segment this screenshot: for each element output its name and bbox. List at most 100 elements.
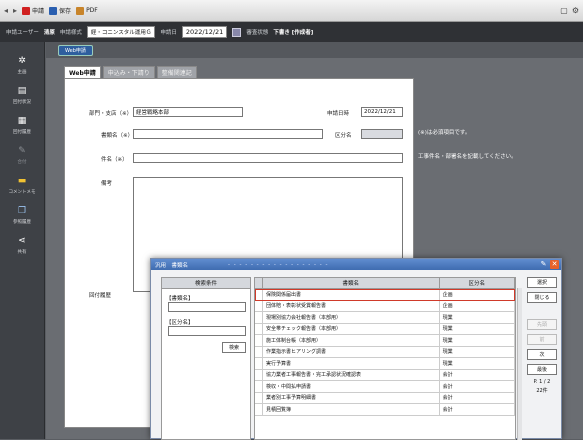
last-page-button[interactable]: 最後	[527, 364, 557, 375]
row-spacer	[255, 300, 263, 311]
pdf-icon	[76, 6, 85, 15]
table-row[interactable]: 団体賠・表彰状受賞報告書 企画	[255, 300, 515, 312]
dialog-title-bar: 汎用 書類名 - - - - - - - - - - - - - - - - -…	[151, 259, 561, 270]
calendar-icon[interactable]	[232, 27, 242, 37]
dept-field[interactable]: 経営戦略本部	[133, 107, 243, 117]
next-page-button[interactable]: 次	[527, 349, 557, 360]
cell-doc-name: 検収・中間払申請書	[263, 381, 440, 392]
name-label: 件名（※）	[101, 157, 128, 163]
doc-search-input[interactable]	[168, 302, 246, 312]
apply-button[interactable]: 申請	[22, 6, 44, 15]
tab-application[interactable]: 申込み・下請り	[102, 66, 155, 78]
table-header: 書類名 区分名	[255, 278, 516, 289]
window-icon[interactable]: ▢	[560, 6, 568, 15]
count-info: 22件	[536, 388, 548, 394]
table-row[interactable]: 現場別協力会社報告書（本部用） 現業	[255, 312, 515, 324]
save-button[interactable]: 保存	[49, 6, 71, 15]
sub-toolbar: Web申請	[46, 42, 583, 58]
row-spacer	[255, 369, 263, 380]
cell-doc-name: 現場別協力会社報告書（本部用）	[263, 312, 440, 323]
cell-kubun: 現業	[440, 312, 515, 323]
table-row[interactable]: 作業指示書ヒアリング調書 現業	[255, 346, 515, 358]
table-row[interactable]: 保険関係届出書 企画	[255, 289, 515, 301]
tab-maintenance[interactable]: 整備関連記	[156, 66, 197, 78]
status-value: 下書き [作成者]	[273, 30, 314, 36]
app-toolbar: ◂ ▸ 申請 保存 PDF ▢ ⚙	[0, 0, 583, 22]
web-apply-button[interactable]: Web申請	[58, 44, 93, 56]
sidebar: ✲ 主画 ▤ 回付状況 ▦ 回付履歴 ✎ 合付 ▬ コメントメモ ❐ 参照履歴 …	[0, 42, 45, 439]
table-body: 保険関係届出書 企画 団体賠・表彰状受賞報告書 企画 現場別協力会社報告書（本部用） 現業…	[255, 289, 515, 416]
sidebar-item-history[interactable]: ▦ 回付履歴	[0, 110, 44, 140]
doc-field[interactable]	[133, 129, 323, 139]
cell-kubun: 現業	[440, 335, 515, 346]
sidebar-item-status[interactable]: ▤ 回付状況	[0, 80, 44, 110]
cond-header: 検索条件	[162, 278, 250, 289]
table-row[interactable]: 施工体制台帳（本部用） 現業	[255, 335, 515, 347]
pen-icon: ✎	[18, 146, 26, 156]
sidebar-item-reference[interactable]: ❐ 参照履歴	[0, 200, 44, 230]
doc-name-dialog: 汎用 書類名 - - - - - - - - - - - - - - - - -…	[150, 258, 562, 440]
required-note: (※)は必須項目です。	[418, 130, 471, 136]
sidebar-item-label: 参照履歴	[13, 219, 31, 225]
form-select[interactable]: 経・コニンスタル運用Ｇ	[86, 26, 156, 38]
comment-icon: ▬	[17, 176, 27, 186]
row-spacer	[255, 312, 263, 323]
cell-doc-name: 業者別工事予算明細書	[263, 392, 440, 403]
row-spacer	[255, 335, 263, 346]
tab-web-apply[interactable]: Web申請	[64, 66, 101, 78]
back-arrow-icon[interactable]: ◂	[4, 6, 8, 15]
table-row[interactable]: 安全帯チェック報告書（本部用） 現業	[255, 323, 515, 335]
sidebar-item-label: コメントメモ	[8, 189, 36, 195]
menu-icon[interactable]: ⚙	[572, 6, 579, 15]
date-input[interactable]: 2022/12/21	[181, 26, 228, 38]
cell-kubun: 現業	[440, 346, 515, 357]
table-row[interactable]: 見積回覧簿 会計	[255, 404, 515, 416]
table-row[interactable]: 業者別工事予算明細書 会計	[255, 392, 515, 404]
cell-doc-name: 作業指示書ヒアリング調書	[263, 346, 440, 357]
status-bar: 申請ユーザー 清原 申請様式 経・コニンスタル運用Ｇ 申請日 2022/12/2…	[0, 22, 583, 42]
date-field[interactable]: 2022/12/21	[361, 107, 403, 117]
close-button[interactable]: 閉じる	[527, 292, 557, 303]
first-page-button[interactable]: 先頭	[527, 319, 557, 330]
table-row[interactable]: 検収・中間払申請書 会計	[255, 381, 515, 393]
cell-kubun: 会計	[440, 392, 515, 403]
sidebar-item-label: 合付	[17, 159, 27, 165]
history-label: 回付履歴	[89, 293, 112, 299]
pdf-button[interactable]: PDF	[76, 6, 98, 15]
sidebar-item-label: 主画	[17, 69, 27, 75]
date-field-label: 申請日時	[327, 111, 350, 117]
table-row[interactable]: 実行予算書 現業	[255, 358, 515, 370]
row-spacer	[255, 404, 263, 415]
document-icon: ▤	[17, 86, 27, 96]
apply-icon	[22, 6, 31, 15]
dialog-title: 汎用 書類名	[155, 262, 189, 269]
table-row[interactable]: 協力業者工事報告書・完工承認状況確認表 会計	[255, 369, 515, 381]
close-icon[interactable]: ✕	[550, 260, 559, 269]
search-button[interactable]: 検索	[222, 342, 246, 353]
cell-doc-name: 安全帯チェック報告書（本部用）	[263, 323, 440, 334]
dialog-side-buttons: 選択 閉じる 先頭 前 次 最後 P. 1 / 2 22件	[527, 277, 557, 394]
name-field[interactable]	[133, 153, 403, 163]
cell-kubun: 現業	[440, 323, 515, 334]
pin-icon[interactable]: ✎	[539, 260, 548, 269]
sidebar-item-attach[interactable]: ✎ 合付	[0, 140, 44, 170]
title-separator: - - - - - - - - - - - - - - - - - -	[228, 261, 329, 268]
forward-arrow-icon[interactable]: ▸	[13, 6, 17, 15]
table-scrollbar[interactable]	[517, 288, 522, 440]
date-label: 申請日	[160, 30, 177, 36]
cell-doc-name: 団体賠・表彰状受賞報告書	[263, 300, 440, 311]
select-button[interactable]: 選択	[527, 277, 557, 288]
apply-label: 申請	[32, 8, 45, 15]
header-spacer	[255, 278, 263, 288]
sidebar-item-main[interactable]: ✲ 主画	[0, 50, 44, 80]
sidebar-item-comment[interactable]: ▬ コメントメモ	[0, 170, 44, 200]
row-spacer	[255, 381, 263, 392]
sidebar-item-share[interactable]: ⋖ 共有	[0, 230, 44, 260]
cell-kubun: 会計	[440, 404, 515, 415]
form-label: 申請様式	[59, 30, 82, 36]
save-label: 保存	[59, 8, 72, 15]
prev-page-button[interactable]: 前	[527, 334, 557, 345]
kubun-search-input[interactable]	[168, 326, 246, 336]
cell-doc-name: 見積回覧簿	[263, 404, 440, 415]
history-icon: ▦	[17, 116, 27, 126]
